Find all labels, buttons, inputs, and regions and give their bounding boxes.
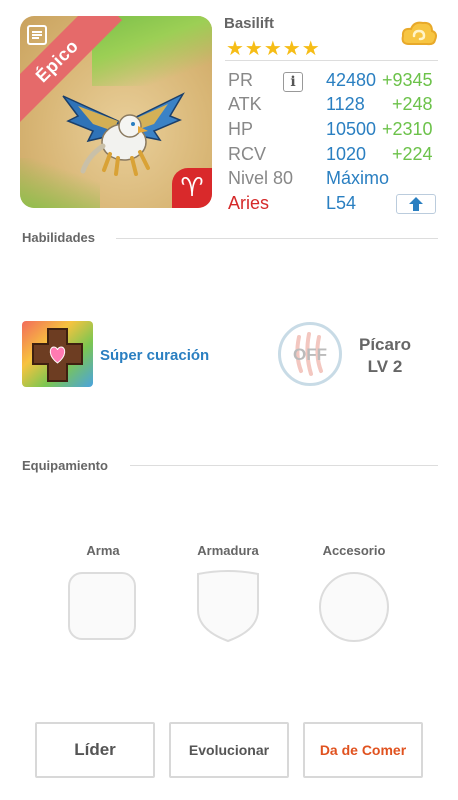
stat-bonus: +2310	[382, 119, 433, 139]
stat-row-hp: HP 10500 +2310	[228, 119, 443, 143]
griffin-monster-image	[62, 92, 185, 176]
header-divider	[225, 60, 438, 61]
arrow-up-icon	[409, 197, 423, 211]
weapon-slot[interactable]	[68, 572, 136, 640]
sign-level-value: L54	[326, 193, 357, 213]
leader-button[interactable]: Líder	[35, 722, 155, 778]
stat-row-atk: ATK 1128 +248	[228, 94, 443, 118]
element-cloud-icon	[401, 21, 437, 46]
stat-value: 42480	[326, 70, 377, 90]
upgrade-button[interactable]	[396, 194, 436, 214]
accessory-label: Accesorio	[322, 543, 386, 558]
skills-heading: Habilidades	[22, 230, 95, 245]
weapon-label: Arma	[86, 543, 120, 558]
star-rating: ★★★★★	[226, 36, 321, 60]
monster-name: Basilift	[224, 15, 275, 32]
toggle-state-label: OFF	[293, 345, 327, 364]
monster-portrait[interactable]: Épico ♈	[20, 16, 212, 208]
stat-bonus: +9345	[382, 70, 433, 90]
stat-value: 10500	[326, 119, 377, 139]
stat-value: 1128	[326, 94, 365, 114]
active-skill-name[interactable]: Súper curación	[100, 347, 209, 364]
super-heal-skill-icon[interactable]	[22, 321, 93, 387]
info-icon[interactable]: i	[283, 72, 303, 92]
stat-label: PR	[228, 70, 254, 90]
armor-slot[interactable]	[193, 570, 263, 644]
equipment-heading: Equipamiento	[22, 458, 108, 473]
heal-cross-icon	[22, 321, 93, 387]
stat-row-level: Nivel 80 Máximo	[228, 168, 443, 192]
accessory-slot[interactable]	[319, 572, 389, 642]
feed-button[interactable]: Da de Comer	[303, 722, 423, 778]
stat-bonus: +248	[392, 94, 433, 114]
section-divider	[116, 238, 438, 239]
leader-skill-level: LV 2	[367, 357, 403, 376]
zodiac-label: Aries	[228, 193, 270, 213]
stat-bonus: +224	[392, 144, 433, 164]
leader-skill-name: Pícaro	[359, 335, 411, 354]
level-value: Máximo	[326, 168, 390, 188]
level-label: Nivel 80	[228, 168, 294, 188]
stat-label: ATK	[228, 94, 262, 114]
evolve-button[interactable]: Evolucionar	[169, 722, 289, 778]
stat-label: HP	[228, 119, 254, 139]
stat-row-pr: PR i 42480 +9345	[228, 70, 443, 94]
aries-zodiac-icon: ♈	[172, 168, 212, 208]
stat-label: RCV	[228, 144, 267, 164]
section-divider	[130, 465, 438, 466]
card-icon	[27, 25, 47, 45]
leader-skill-toggle[interactable]: OFF	[278, 322, 342, 386]
stat-row-sign: Aries L54	[228, 193, 443, 217]
stat-value: 1020	[326, 144, 367, 164]
stat-row-rcv: RCV 1020 +224	[228, 144, 443, 168]
armor-label: Armadura	[197, 543, 259, 558]
